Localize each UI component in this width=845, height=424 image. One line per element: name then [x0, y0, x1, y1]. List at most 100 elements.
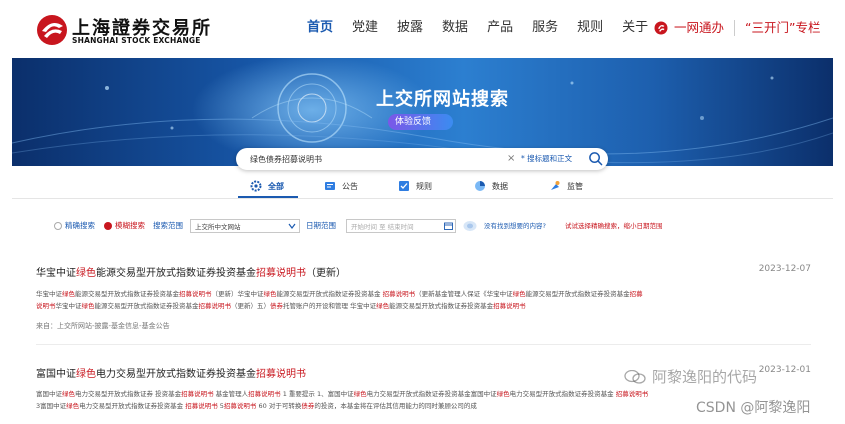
- snippet-part: 绿色: [496, 390, 510, 398]
- snippet-part: 绿色: [263, 290, 277, 298]
- snippet-part: 电力交易型开放式指数证券投资基金: [79, 402, 186, 410]
- date-range-input[interactable]: 开始时间 至 结束时间: [346, 219, 456, 233]
- result-date: 2023-12-07: [758, 264, 811, 274]
- sankaimen-link[interactable]: “三开门”专栏: [745, 19, 820, 37]
- result-tabs: 全部 公告 规则 数据 监管: [0, 176, 845, 198]
- tab-all[interactable]: 全部: [250, 176, 284, 196]
- tab-announcements[interactable]: 公告: [324, 176, 358, 196]
- rules-icon: [399, 181, 409, 191]
- snippet-part: 能源交易型开放式指数证券投资基金: [94, 302, 199, 310]
- snippet-part: 能源交易型开放式指数证券投资基金: [389, 302, 494, 310]
- snippet-part: 绿色: [62, 390, 75, 398]
- tab-label: 数据: [492, 181, 508, 191]
- calendar-icon[interactable]: [444, 222, 453, 230]
- snippet-part: （更新）华宝中证: [211, 290, 264, 298]
- wechat-watermark-text: 阿黎逸阳的代码: [652, 368, 758, 386]
- tabs-divider: [12, 198, 833, 199]
- main-nav: 首页 党建 披露 数据 产品 服务 规则 关于: [307, 19, 648, 37]
- result-snippet: 说明书华宝中证绿色能源交易型开放式指数证券投资基金招募说明书（更新）五）债券托管…: [36, 301, 526, 311]
- snippet-part: 绿色: [512, 290, 526, 298]
- gear-icon: [250, 180, 262, 192]
- title-part: 能源交易型开放式指数证券投资基金: [96, 268, 256, 279]
- result-source: 来自：上交所网站-披露-基金信息-基金公告: [36, 322, 170, 330]
- clear-icon[interactable]: ×: [507, 152, 515, 166]
- tab-rules[interactable]: 规则: [398, 176, 432, 196]
- exact-search-label[interactable]: 精确搜索: [65, 219, 95, 233]
- title-part: 绿色: [76, 369, 96, 380]
- tab-label: 规则: [416, 181, 432, 191]
- snippet-part: 债券: [270, 302, 283, 310]
- snippet-part: 债券: [301, 402, 315, 410]
- wechat-icon: [624, 369, 646, 384]
- snippet-part: 招募说明书: [198, 302, 232, 310]
- result-snippet: 华宝中证绿色能源交易型开放式指数证券投资基金招募说明书（更新）华宝中证绿色能源交…: [36, 289, 643, 299]
- result-title-link[interactable]: 华宝中证绿色能源交易型开放式指数证券投资基金招募说明书（更新）: [36, 264, 346, 279]
- result-snippet: 富国中证绿色电力交易型开放式指数证券 投资基金招募说明书 基金管理人招募说明书 …: [36, 389, 648, 399]
- nav-products[interactable]: 产品: [487, 19, 513, 37]
- refine-search-tip[interactable]: 试试选择精确搜索，缩小日期范围: [565, 219, 663, 233]
- nav-disclosure[interactable]: 披露: [397, 19, 423, 37]
- nav-home[interactable]: 首页: [307, 19, 333, 37]
- snippet-part: （更新）五）: [231, 302, 270, 310]
- scope-label: 搜索范围: [153, 221, 183, 230]
- search-box: × * 搜标题和正文: [236, 148, 608, 170]
- title-part: （更新）: [306, 268, 346, 279]
- snippet-part: 绿色: [66, 402, 80, 410]
- snippet-part: 绿色: [62, 290, 75, 298]
- nav-data[interactable]: 数据: [442, 19, 468, 37]
- supervision-icon: [551, 181, 560, 190]
- scope-select[interactable]: 上交所中文网站: [190, 219, 300, 233]
- snippet-part: 华宝中证: [36, 290, 62, 298]
- tab-label: 公告: [342, 181, 358, 191]
- scope-value: 上交所中文网站: [195, 223, 241, 231]
- result-title-link[interactable]: 富国中证绿色电力交易型开放式指数证券投资基金招募说明书: [36, 365, 306, 380]
- snippet-part: 招募说明书: [223, 402, 257, 410]
- snippet-part: 招募说明书: [248, 390, 281, 398]
- search-input[interactable]: [250, 151, 510, 167]
- sse-emblem-icon: [37, 15, 67, 45]
- nav-services[interactable]: 服务: [532, 19, 558, 37]
- snippet-part: 电力交易型开放式指数证券投资基金: [509, 390, 616, 398]
- search-icon[interactable]: [588, 151, 603, 166]
- nav-party[interactable]: 党建: [352, 19, 378, 37]
- feedback-button[interactable]: 体验反馈: [388, 114, 453, 130]
- snippet-part: 绿色: [81, 302, 95, 310]
- pie-chart-icon: [475, 181, 485, 191]
- date-range-label: 日期范围: [306, 221, 336, 230]
- snippet-part: 3富国中证: [36, 402, 67, 410]
- snippet-part: 招募说明书: [181, 390, 214, 398]
- search-result: 华宝中证绿色能源交易型开放式指数证券投资基金招募说明书（更新） 2023-12-…: [36, 264, 811, 334]
- result-date: 2023-12-01: [758, 365, 811, 375]
- snippet-part: 电力交易型开放式指数证券 投资基金: [75, 390, 182, 398]
- nav-rules[interactable]: 规则: [577, 19, 603, 37]
- snippet-part: 说明书: [36, 302, 56, 310]
- snippet-part: 电力交易型开放式指数证券投资基金富国中证: [366, 390, 497, 398]
- exact-search-radio[interactable]: [54, 222, 62, 230]
- wechat-watermark: 阿黎逸阳的代码: [624, 366, 757, 387]
- fuzzy-search-label[interactable]: 模糊搜索: [115, 219, 145, 233]
- snippet-part: 华宝中证: [55, 302, 82, 310]
- title-part: 华宝中证: [36, 268, 76, 279]
- snippet-part: 招募说明书: [179, 290, 212, 298]
- snippet-part: 招募说明书: [493, 302, 526, 310]
- result-snippet: 3富国中证绿色电力交易型开放式指数证券投资基金 招募说明书 5招募说明书 60 …: [36, 401, 477, 411]
- logo-text-en: SHANGHAI STOCK EXCHANGE: [72, 36, 201, 45]
- title-part: 招募说明书: [256, 268, 306, 279]
- sse-logo[interactable]: 上海證券交易所 SHANGHAI STOCK EXCHANGE: [36, 14, 210, 46]
- snippet-part: 招募: [629, 290, 643, 298]
- snippet-part: （更新基金管理人保证《华宝中证: [415, 290, 513, 298]
- tab-supervision[interactable]: 监管: [549, 176, 583, 196]
- fuzzy-search-radio[interactable]: [104, 222, 112, 230]
- tab-label: 全部: [268, 181, 284, 191]
- search-scope-select[interactable]: * 搜标题和正文: [521, 153, 572, 165]
- site-header: 上海證券交易所 SHANGHAI STOCK EXCHANGE 首页 党建 披露…: [0, 0, 845, 58]
- snippet-part: 基金管理人: [213, 390, 249, 398]
- tab-data[interactable]: 数据: [474, 176, 508, 196]
- snippet-part: 招募说明书: [382, 290, 416, 298]
- announcement-icon: [325, 182, 335, 190]
- yiwangtong-link[interactable]: 一网通办: [674, 19, 724, 37]
- date-range-placeholder: 开始时间 至 结束时间: [351, 223, 414, 231]
- nav-about[interactable]: 关于: [622, 19, 648, 37]
- header-quick-links: 一网通办 “三开门”专栏: [654, 19, 820, 37]
- feedback-label: 体验反馈: [395, 117, 432, 127]
